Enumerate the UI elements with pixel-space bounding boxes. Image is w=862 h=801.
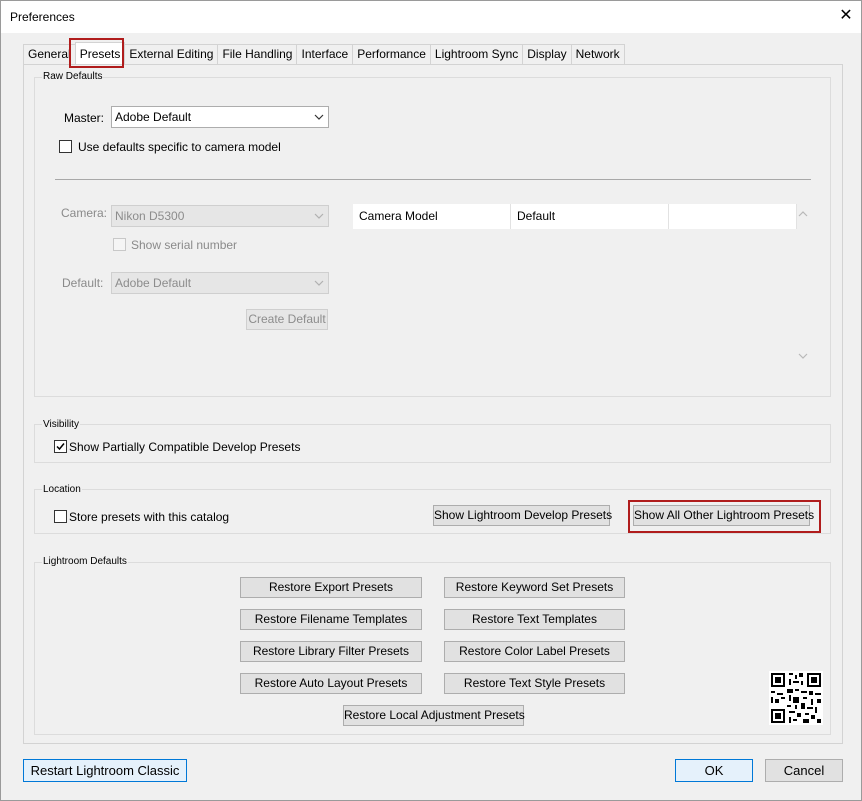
tab-lightroom-sync[interactable]: Lightroom Sync [429,44,524,64]
camera-select[interactable]: Nikon D5300 [111,205,329,227]
restore-color-label-presets-button[interactable]: Restore Color Label Presets [444,641,625,662]
restore-library-filter-presets-button[interactable]: Restore Library Filter Presets [240,641,422,662]
tab-external-editing[interactable]: External Editing [124,44,219,64]
create-default-button[interactable]: Create Default [246,309,328,330]
default-label: Default: [62,276,104,290]
restore-auto-layout-presets-button[interactable]: Restore Auto Layout Presets [240,673,422,694]
show-serial-checkbox[interactable] [113,238,126,251]
chevron-down-icon [314,280,324,286]
restore-keyword-set-presets-button[interactable]: Restore Keyword Set Presets [444,577,625,598]
column-header-empty [669,204,797,229]
restore-local-adjustment-presets-button[interactable]: Restore Local Adjustment Presets [343,705,525,726]
window-title: Preferences [10,10,75,24]
show-partial-checkbox[interactable] [54,440,67,453]
checkmark-icon [56,443,65,451]
restore-filename-templates-button[interactable]: Restore Filename Templates [240,609,422,630]
raw-defaults-label: Raw Defaults [42,71,104,82]
use-camera-defaults-label: Use defaults specific to camera model [78,140,281,154]
column-header-camera-model[interactable]: Camera Model [353,204,511,229]
chevron-down-icon [314,213,324,219]
tab-general[interactable]: General [23,44,76,64]
qr-code-icon [769,671,823,725]
show-develop-presets-button[interactable]: Show Lightroom Develop Presets [433,505,612,526]
tab-display[interactable]: Display [522,44,572,64]
column-header-default[interactable]: Default [511,204,669,229]
use-camera-defaults-checkbox[interactable] [59,140,72,153]
camera-label: Camera: [61,206,108,220]
store-presets-checkbox[interactable] [54,510,67,523]
show-other-presets-highlight [628,500,821,533]
presets-tab-highlight [69,38,124,68]
tab-network[interactable]: Network [570,44,625,64]
close-icon[interactable]: ✕ [837,7,855,25]
master-select[interactable]: Adobe Default [111,106,329,128]
tab-file-handling[interactable]: File Handling [217,44,298,64]
default-select-value: Adobe Default [115,276,192,290]
show-partial-label: Show Partially Compatible Develop Preset… [69,440,301,454]
default-select[interactable]: Adobe Default [111,272,329,294]
restore-text-templates-button[interactable]: Restore Text Templates [444,609,625,630]
scroll-down-icon[interactable] [798,351,808,361]
tab-performance[interactable]: Performance [352,44,431,64]
divider [55,179,811,180]
cancel-button[interactable]: Cancel [765,759,843,782]
store-presets-label: Store presets with this catalog [69,510,230,524]
camera-defaults-table[interactable]: Camera Model Default [353,204,798,367]
camera-select-value: Nikon D5300 [115,209,185,223]
lightroom-defaults-label: Lightroom Defaults [42,556,128,567]
ok-button[interactable]: OK [675,759,753,782]
restore-text-style-presets-button[interactable]: Restore Text Style Presets [444,673,625,694]
location-label: Location [42,484,82,495]
preferences-window: Preferences ✕ General Presets External E… [0,0,862,801]
tab-interface[interactable]: Interface [296,44,354,64]
master-label: Master: [64,111,105,125]
restart-lightroom-button[interactable]: Restart Lightroom Classic [23,759,187,782]
scroll-up-icon[interactable] [798,209,808,219]
chevron-down-icon [314,114,324,120]
title-bar: Preferences ✕ [1,1,861,33]
restore-export-presets-button[interactable]: Restore Export Presets [240,577,422,598]
master-select-value: Adobe Default [115,110,192,124]
visibility-label: Visibility [42,419,80,430]
show-serial-label: Show serial number [131,238,238,252]
